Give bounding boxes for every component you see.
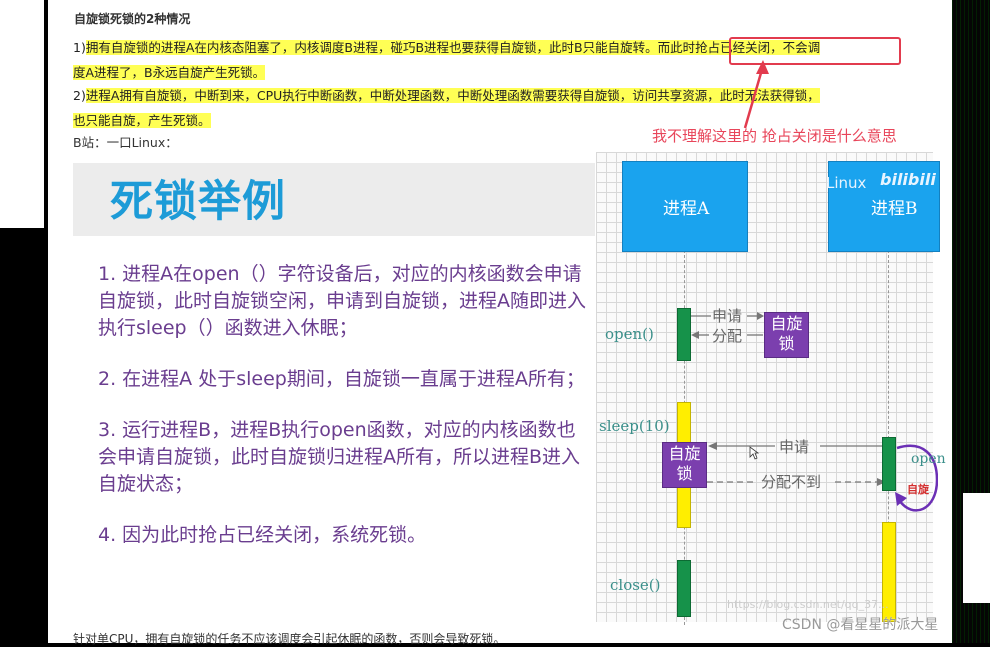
para2-highlight: 进程A拥有自旋锁，中断到来，CPU执行中断函数，中断处理函数，中断处理函数需要获… — [85, 88, 820, 103]
para1-highlight: 拥有自旋锁的进程A在内核态阻塞了，内核调度B进程，碰巧B进程也要获得自旋锁，此时… — [85, 40, 821, 55]
annotation-note: 我不理解这里的 抢占关闭是什么意思 — [652, 127, 897, 145]
slide-item: 4. 因为此时抢占已经关闭，系统死锁。 — [98, 524, 427, 546]
process-a-box: 进程A — [622, 161, 748, 252]
alloc-fail-label: 分配不到 — [761, 473, 822, 491]
spinlock-box-2: 自旋锁 — [662, 442, 707, 488]
side-widget[interactable] — [963, 493, 990, 603]
annotation-arrow-icon — [743, 60, 769, 129]
request-arrows — [691, 312, 764, 339]
sleep-label: sleep(10) — [599, 417, 670, 435]
mouse-cursor-icon — [749, 446, 759, 460]
process-b-label: 进程B — [871, 199, 918, 219]
close-label: close() — [610, 576, 661, 594]
slide-item: 2. 在进程A 处于sleep期间，自旋锁一直属于进程A所有； — [98, 368, 585, 390]
left-panel — [0, 0, 44, 228]
spinlock-box-1: 自旋锁 — [764, 312, 809, 358]
activation-close-a — [677, 560, 691, 617]
slide-title: 死锁举例 — [110, 177, 286, 227]
csdn-watermark: CSDN @看星星的派大星 — [782, 617, 939, 633]
url-watermark: https://blog.csdn.net/qq_37... — [727, 598, 889, 611]
article-heading: 自旋锁死锁的2种情况 — [74, 12, 191, 26]
footer-text: 针对单CPU，拥有自旋锁的任务不应该调度会引起休眠的函数，否则会导致死锁。 — [73, 632, 506, 646]
para2-prefix: 2) — [73, 88, 86, 103]
spinlock-label-1: 自旋锁 — [770, 314, 803, 353]
slide-item: 3. 运行进程B，进程B执行open函数，对应的内核函数也会申请自旋锁，此时自旋… — [98, 419, 581, 495]
spinlock-label-2: 自旋锁 — [668, 444, 701, 483]
para2-highlight-2: 也只能自旋，产生死锁。 — [73, 113, 211, 128]
source-label: B站：一口Linux： — [73, 135, 178, 150]
left-dark-panel — [0, 238, 44, 643]
slide-body: 1. 进程A在open（）字符设备后，对应的内核函数会申请自旋锁，此时自旋锁空闲… — [98, 261, 588, 573]
open-label: open() — [605, 325, 654, 343]
bilibili-logo: bilibili — [880, 170, 936, 189]
linux-logo: Linux — [826, 174, 867, 192]
para1-prefix: 1) — [73, 40, 86, 55]
slide-item: 1. 进程A在open（）字符设备后，对应的内核函数会申请自旋锁，此时自旋锁空闲… — [98, 263, 586, 339]
request-label-2: 申请 — [779, 438, 810, 456]
process-a-label: 进程A — [663, 199, 710, 219]
para1-highlight-2: 度A进程了，B永远自旋产生死锁。 — [73, 65, 266, 80]
open-b-label: open — [911, 451, 946, 467]
spin-b-label: 自旋 — [907, 483, 929, 496]
